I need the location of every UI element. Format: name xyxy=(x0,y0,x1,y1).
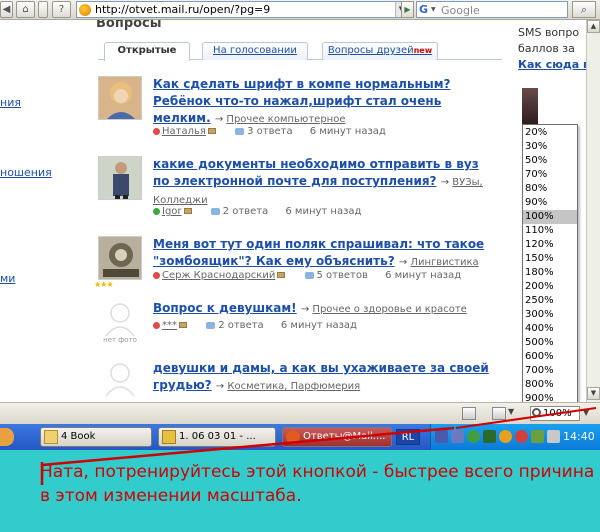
annotation-overlay xyxy=(40,407,597,485)
annotation-line xyxy=(41,426,455,467)
screenshot: ◀ ⌂ ? http://otvet.mail.ru/open/?pg=9 ▼ … xyxy=(0,0,600,532)
annotation-line xyxy=(455,407,597,429)
